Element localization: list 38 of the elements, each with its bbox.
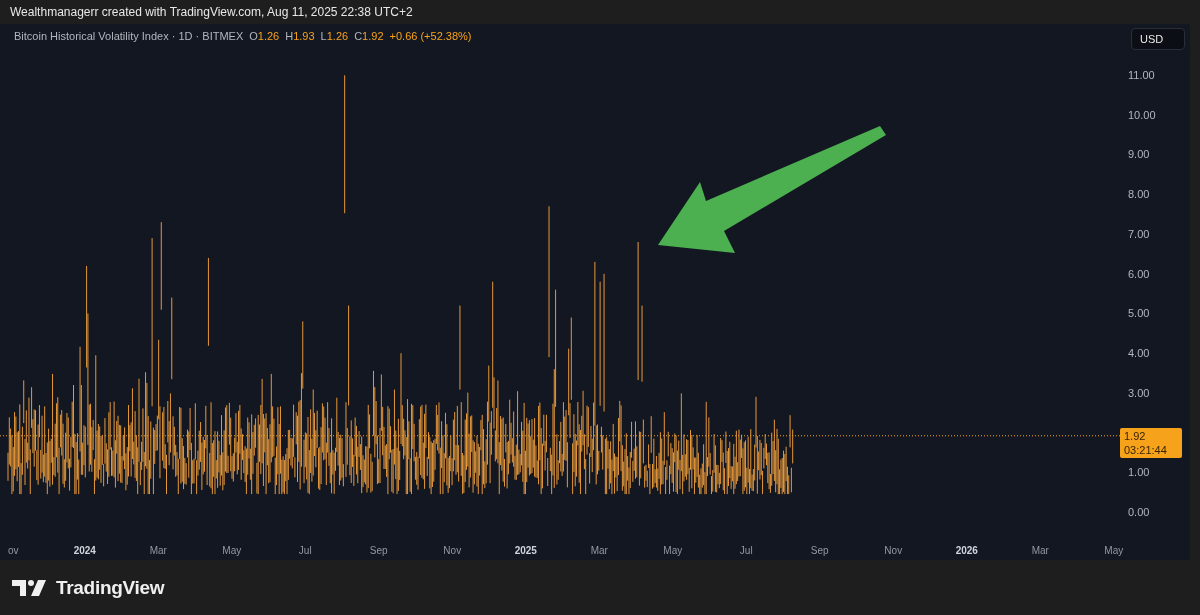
price-tick: 7.00 bbox=[1128, 226, 1151, 242]
change-value: +0.66 (+52.38%) bbox=[389, 30, 472, 42]
time-tick: 2025 bbox=[513, 544, 538, 556]
ohlc-value: O1.26 bbox=[249, 30, 280, 42]
time-tick: May bbox=[1103, 544, 1125, 556]
time-tick: 2026 bbox=[954, 544, 979, 556]
symbol-title: Bitcoin Historical Volatility Index · 1D · BITMEX bbox=[14, 30, 244, 42]
price-tick: 8.00 bbox=[1128, 187, 1151, 203]
price-tick: 9.00 bbox=[1128, 147, 1151, 163]
price-tick: 11.00 bbox=[1128, 68, 1156, 83]
price-tick: 4.00 bbox=[1128, 346, 1151, 362]
ohlc-value: H1.93 bbox=[285, 30, 315, 42]
time-tick: Jul bbox=[738, 544, 754, 556]
currency-button[interactable]: USD bbox=[1131, 28, 1185, 50]
time-tick: 2024 bbox=[72, 544, 97, 556]
time-tick: Sep bbox=[809, 544, 830, 556]
time-tick: Nov bbox=[883, 544, 904, 556]
countdown: 03:21:44 bbox=[1124, 443, 1168, 457]
time-tick: May bbox=[662, 544, 684, 556]
brand-name: TradingView bbox=[56, 576, 165, 599]
time-tick: Jul bbox=[297, 544, 313, 556]
price-tick: 0.00 bbox=[1128, 504, 1151, 520]
attribution-text: Wealthmanagerr created with TradingView.com, Aug 11, 2025 22:38 UTC+2 bbox=[10, 5, 413, 19]
time-tick: May bbox=[221, 544, 243, 556]
price-tick: 6.00 bbox=[1128, 266, 1151, 282]
price-tick: 1.00 bbox=[1128, 465, 1151, 481]
time-tick: ov bbox=[7, 544, 20, 556]
price-tick: 3.00 bbox=[1128, 385, 1151, 401]
price-tick: 5.00 bbox=[1128, 306, 1151, 322]
time-tick: Nov bbox=[442, 544, 463, 556]
time-tick: Mar bbox=[148, 544, 168, 556]
ohlc-value: C1.92 bbox=[354, 30, 384, 42]
time-tick: Mar bbox=[1030, 544, 1050, 556]
last-price: 1.92 bbox=[1124, 429, 1147, 443]
time-tick: Mar bbox=[589, 544, 609, 556]
price-tick: 10.00 bbox=[1128, 107, 1157, 123]
ohlc-value: L1.26 bbox=[320, 30, 349, 42]
time-tick: Sep bbox=[368, 544, 389, 556]
